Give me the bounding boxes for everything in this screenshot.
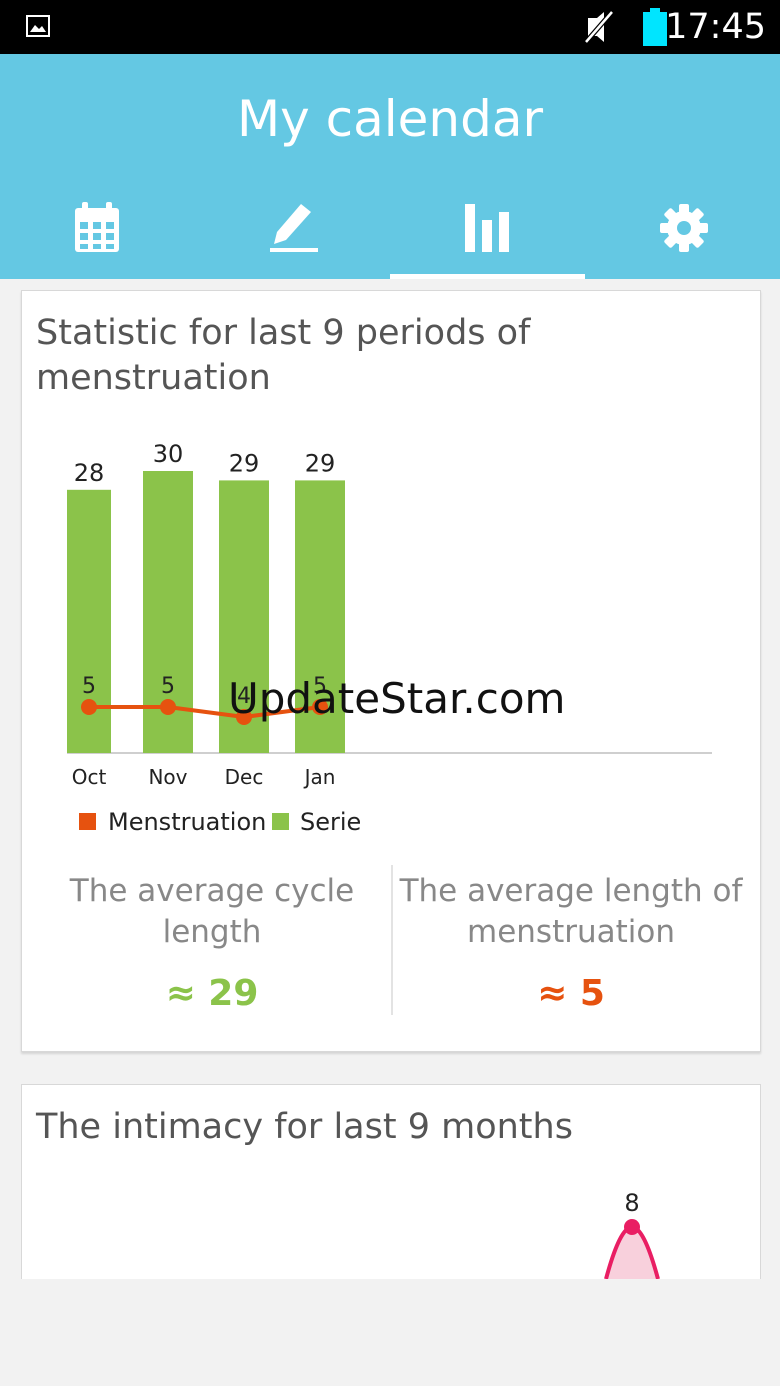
legend-swatch-menstruation — [79, 813, 96, 830]
legend-label-serie: Serie — [300, 808, 361, 836]
stats-divider — [391, 865, 393, 1015]
bar-value-label: 29 — [305, 449, 336, 477]
intimacy-chart: 8 — [604, 1189, 660, 1279]
tab-settings[interactable] — [585, 194, 780, 279]
bar-value-label: 30 — [153, 440, 184, 468]
menstruation-line — [89, 705, 321, 719]
avg-length-label: The average length of menstruation — [399, 873, 743, 950]
x-tick-label: Jan — [303, 765, 336, 789]
pencil-icon — [270, 204, 318, 252]
bar-chart-icon — [465, 204, 509, 252]
menstruation-point — [312, 699, 328, 715]
menstruation-point — [81, 699, 97, 715]
menstruation-value-label: 4 — [237, 684, 251, 709]
battery-icon — [642, 8, 668, 51]
gear-icon — [660, 204, 708, 252]
stats-card-title: Statistic for last 9 periods of menstrua… — [36, 313, 531, 398]
tab-calendar[interactable] — [0, 194, 195, 279]
intimacy-peak-point — [624, 1219, 640, 1235]
avg-length-value: ≈ 5 — [537, 973, 605, 1014]
cycle-chart: 28 Oct 30 Nov 29 Dec 29 Jan 5 5 4 5 Menstruation Seri… — [67, 440, 712, 836]
menstruation-point — [236, 709, 252, 725]
x-tick-label: Nov — [148, 765, 187, 789]
mute-icon — [584, 10, 614, 49]
avg-cycle-value: ≈ 29 — [165, 973, 259, 1014]
legend-swatch-serie — [272, 813, 289, 830]
menstruation-value-label: 5 — [82, 674, 96, 699]
legend-label-menstruation: Menstruation — [108, 808, 266, 836]
tab-notes[interactable] — [195, 194, 390, 279]
tab-statistics[interactable] — [390, 194, 585, 279]
gallery-icon — [26, 14, 50, 43]
intimacy-card: The intimacy for last 9 months 8 — [21, 1084, 761, 1279]
x-tick-label: Oct — [72, 765, 107, 789]
calendar-icon — [75, 202, 119, 252]
app-title: My calendar — [236, 90, 544, 148]
bar-value-label: 28 — [74, 459, 105, 487]
status-time: 17:45 — [665, 7, 766, 47]
app-header: My calendar — [0, 54, 780, 279]
avg-cycle-label: The average cycle length — [69, 873, 355, 950]
menstruation-value-label: 5 — [161, 674, 175, 699]
menstruation-value-label: 5 — [313, 674, 327, 699]
active-tab-indicator — [390, 274, 585, 279]
bar-value-label: 29 — [229, 449, 260, 477]
intimacy-peak-label: 8 — [624, 1189, 639, 1217]
stats-card: Statistic for last 9 periods of menstrua… — [21, 290, 761, 1052]
menstruation-point — [160, 699, 176, 715]
x-tick-label: Dec — [225, 765, 264, 789]
status-bar: 17:45 — [0, 0, 780, 54]
